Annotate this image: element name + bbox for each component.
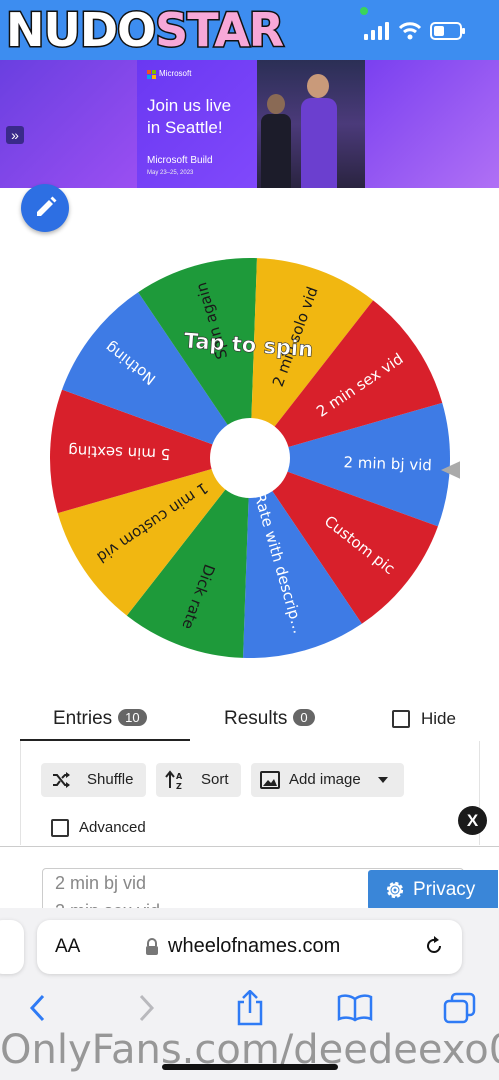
wifi-icon [398, 22, 422, 40]
hide-checkbox-box[interactable] [392, 710, 410, 728]
wheel-segment-label: 5 min sexting [68, 442, 171, 464]
microsoft-logo-icon [147, 70, 156, 79]
address-bar[interactable]: AA wheelofnames.com [37, 920, 462, 974]
reload-icon[interactable] [423, 935, 445, 957]
entry-line: 2 min bj vid [55, 873, 147, 893]
gear-icon [386, 881, 404, 899]
section-divider [0, 846, 499, 847]
previous-tab-peek[interactable] [0, 920, 24, 974]
caret-down-icon [378, 777, 388, 783]
entries-count-badge: 10 [118, 709, 147, 726]
sort-button[interactable]: A Z Sort [156, 763, 241, 797]
results-count-badge: 0 [293, 709, 315, 726]
shuffle-button[interactable]: Shuffle [41, 763, 146, 797]
privacy-button[interactable]: Privacy [368, 870, 498, 910]
ad-side-blur-right [365, 60, 499, 188]
ad-side-blur-left [0, 60, 137, 188]
shuffle-icon [53, 772, 70, 788]
ad-headline-2: in Seattle! [147, 118, 223, 137]
lock-icon [146, 938, 158, 955]
advanced-checkbox-box[interactable] [51, 819, 69, 837]
home-indicator[interactable] [162, 1064, 338, 1070]
text-size-button[interactable]: AA [55, 936, 80, 958]
svg-text:A: A [176, 772, 183, 781]
ad-brand: Microsoft [159, 69, 192, 78]
ad-expand-icon[interactable]: » [6, 126, 24, 144]
edit-button[interactable] [21, 184, 69, 232]
wheel-segment-label: 2 min bj vid [343, 453, 432, 474]
tab-entries[interactable]: Entries 10 [53, 708, 147, 730]
image-icon [260, 771, 280, 789]
svg-text:Z: Z [176, 782, 182, 790]
battery-icon [430, 22, 465, 40]
back-icon[interactable] [26, 994, 50, 1022]
tab-results[interactable]: Results 0 [224, 708, 315, 730]
ad-headline-1: Join us live [147, 96, 232, 115]
sort-icon: A Z [165, 770, 183, 790]
privacy-indicator-dot [360, 7, 368, 15]
bookmarks-icon[interactable] [337, 994, 373, 1022]
pencil-icon [37, 196, 57, 216]
wheel-hub [210, 418, 290, 498]
url-text: wheelofnames.com [168, 935, 341, 957]
close-button[interactable]: X [458, 806, 487, 835]
cellular-signal-icon [364, 22, 389, 40]
ad-banner[interactable]: Microsoft Join us live in Seattle! Micro… [0, 60, 499, 188]
ad-dates: May 23–25, 2023 [147, 170, 194, 176]
add-image-button[interactable]: Add image [251, 763, 404, 797]
share-icon[interactable] [234, 990, 266, 1026]
wheel[interactable]: 2 min bj vidCustom picRate with descrip…… [40, 248, 460, 668]
site-logo[interactable]: NUDOSTAR [4, 2, 285, 59]
ad-event: Microsoft Build [147, 155, 213, 166]
tabs-icon[interactable] [443, 992, 477, 1024]
ad-photo [257, 60, 365, 188]
forward-icon[interactable] [134, 994, 158, 1022]
